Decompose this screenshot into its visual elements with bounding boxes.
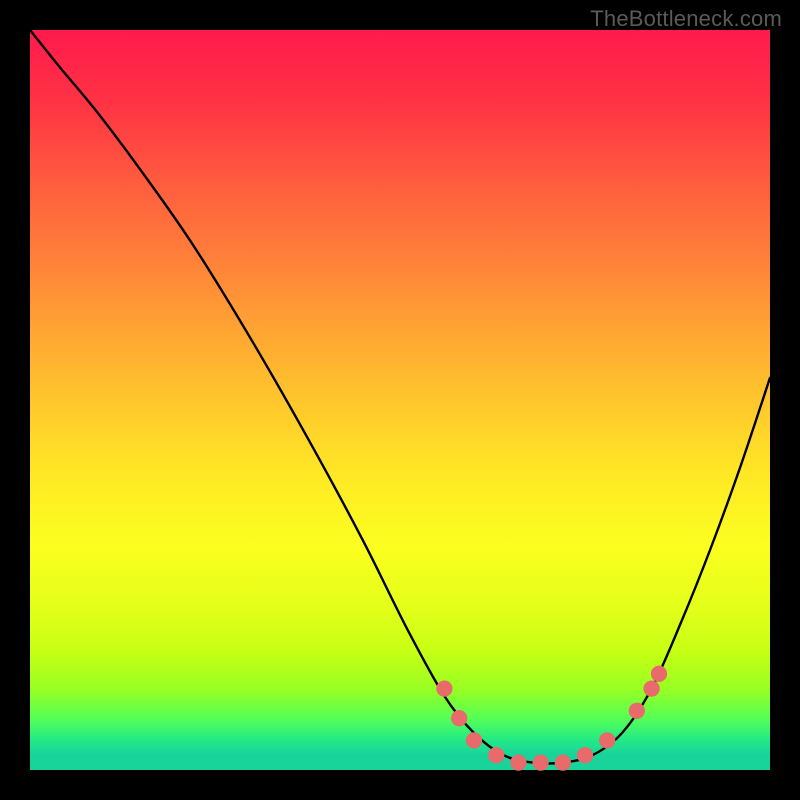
plot-area bbox=[30, 30, 770, 770]
highlight-point bbox=[451, 710, 467, 726]
chart-svg bbox=[30, 30, 770, 770]
bottleneck-curve bbox=[30, 30, 770, 764]
highlight-point bbox=[510, 754, 526, 770]
highlight-point bbox=[651, 666, 667, 682]
highlight-point bbox=[555, 754, 571, 770]
highlight-point bbox=[488, 747, 504, 763]
outer-frame: TheBottleneck.com bbox=[0, 0, 800, 800]
highlight-point bbox=[466, 732, 482, 748]
highlight-point bbox=[643, 680, 659, 696]
highlight-point bbox=[577, 747, 593, 763]
watermark-text: TheBottleneck.com bbox=[590, 6, 782, 32]
highlight-point bbox=[532, 754, 548, 770]
highlight-point bbox=[436, 680, 452, 696]
highlight-point bbox=[629, 703, 645, 719]
highlight-point bbox=[599, 732, 615, 748]
